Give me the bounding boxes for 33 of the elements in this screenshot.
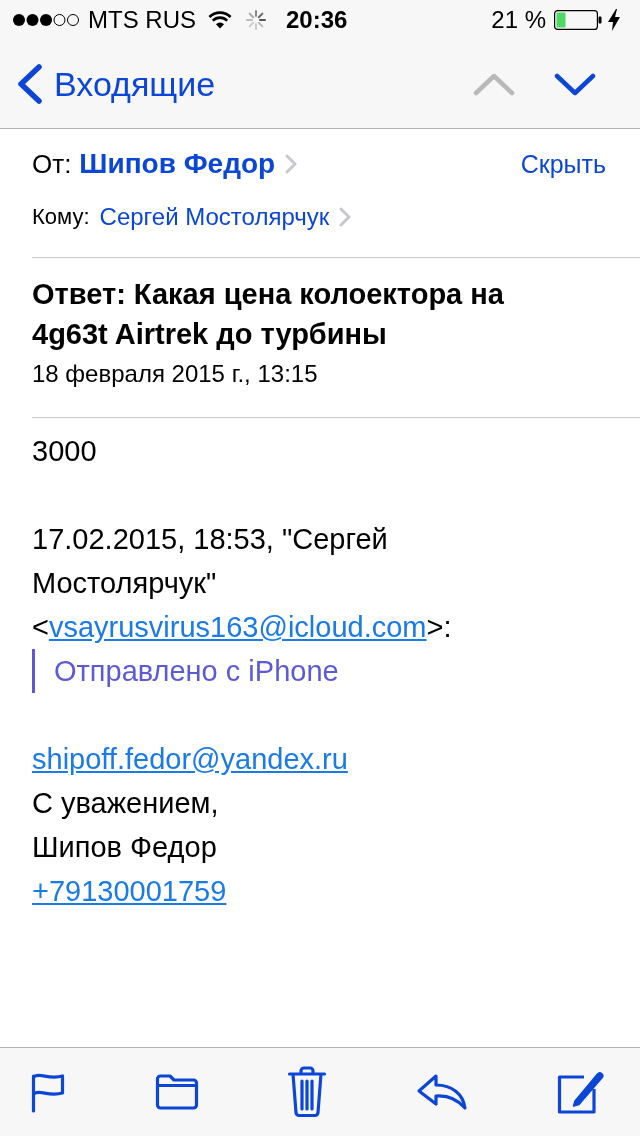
carrier-name: MTS RUS <box>88 6 196 34</box>
chevron-right-icon <box>285 154 298 174</box>
trash-icon[interactable] <box>287 1066 327 1118</box>
email-link[interactable]: vsayrusvirus163@icloud.com <box>48 611 427 643</box>
chevron-down-icon[interactable] <box>554 71 596 97</box>
quote-attribution: 17.02.2015, 18:53, "Сергей Мостолярчук" <vsayrusvirus163@icloud.com>: <box>32 522 453 645</box>
sender-name[interactable]: Шипов Федор <box>79 147 276 181</box>
wifi-icon <box>208 11 232 29</box>
folder-icon[interactable] <box>154 1073 199 1111</box>
back-button[interactable]: Входящие <box>16 63 216 105</box>
flag-icon[interactable] <box>30 1071 66 1113</box>
message-date: 18 февраля 2015 г., 13:15 <box>32 359 319 389</box>
chevron-left-icon <box>16 63 43 105</box>
subject-title: Ответ: Какая цена колоектора на 4g63t Airtrek до турбины <box>32 277 505 352</box>
chevron-right-icon <box>339 207 352 227</box>
from-label: От: <box>32 148 72 180</box>
charging-bolt-icon <box>608 9 620 31</box>
signature-link[interactable]: shipoff.fedor@yandex.ru <box>32 737 348 781</box>
signature-text: С уважением, <box>32 786 219 821</box>
signature-text: Шипов Федор <box>32 830 217 865</box>
recipient-name[interactable]: Сергей Мостолярчук <box>99 202 330 232</box>
status-time: 20:36 <box>286 6 348 34</box>
body-text: 3000 <box>32 434 98 469</box>
compose-icon[interactable] <box>556 1069 604 1115</box>
battery-percent: 21 % <box>491 6 546 34</box>
loading-spinner-icon <box>246 10 266 30</box>
signal-icon <box>12 13 80 27</box>
signature-link[interactable]: +79130001759 <box>32 869 227 913</box>
battery-icon <box>554 10 602 30</box>
reply-icon[interactable] <box>415 1073 468 1111</box>
quoted-text: Отправлено с iPhone <box>32 649 339 693</box>
hide-link[interactable]: Скрыть <box>520 149 606 179</box>
to-label: Кому: <box>32 203 90 231</box>
